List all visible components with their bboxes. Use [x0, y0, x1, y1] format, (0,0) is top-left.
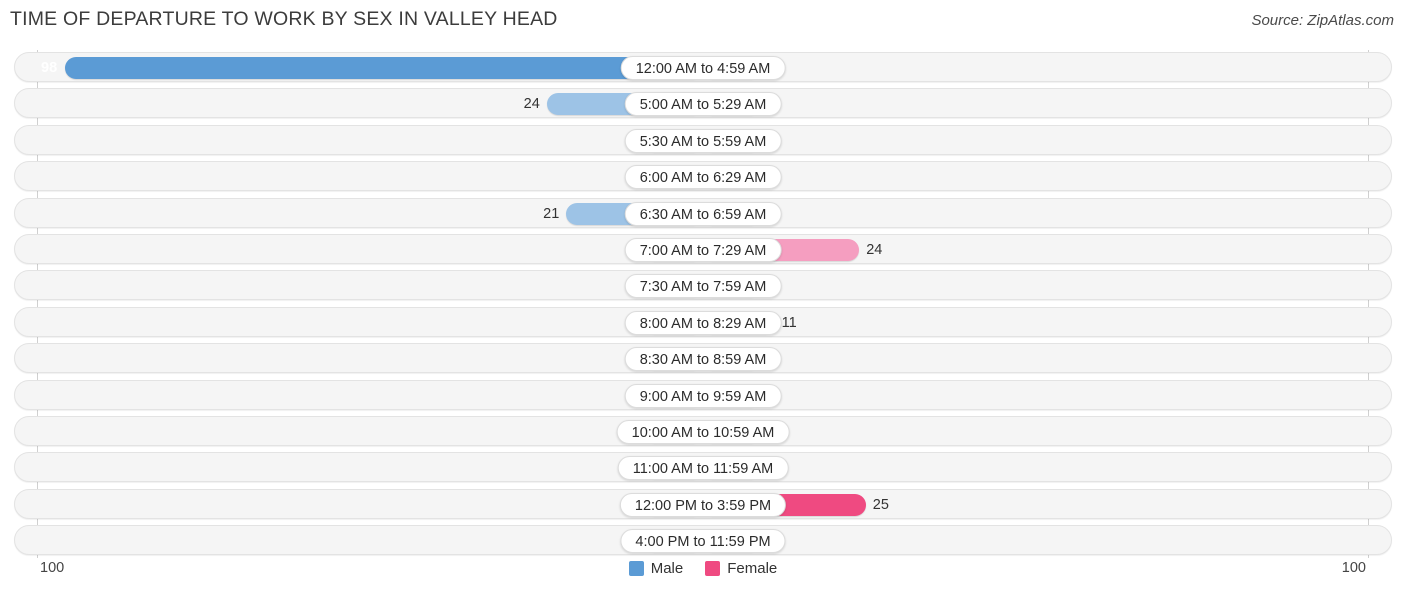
chart-row[interactable]: 0010:00 AM to 10:59 AM: [14, 416, 1392, 446]
value-label-male: 98: [41, 60, 58, 76]
category-label: 6:00 AM to 6:29 AM: [624, 165, 782, 190]
category-label: 12:00 PM to 3:59 PM: [619, 492, 787, 517]
chart-row[interactable]: 724:00 PM to 11:59 PM: [14, 525, 1392, 556]
chart-row[interactable]: 0118:00 AM to 8:29 AM: [14, 306, 1392, 337]
chart-row[interactable]: 029:00 AM to 9:59 AM: [14, 379, 1392, 410]
value-label-female: 25: [872, 496, 889, 513]
category-label: 7:30 AM to 7:59 AM: [624, 274, 782, 299]
category-label: 9:00 AM to 9:59 AM: [624, 383, 782, 408]
category-label: 6:30 AM to 6:59 AM: [624, 201, 782, 226]
value-label-female: 11: [781, 314, 797, 331]
chart-row[interactable]: 277:30 AM to 7:59 AM: [14, 270, 1392, 301]
chart-row[interactable]: 0011:00 AM to 11:59 AM: [14, 452, 1392, 483]
chart-row[interactable]: 22512:00 PM to 3:59 PM: [14, 488, 1392, 519]
category-label: 11:00 AM to 11:59 AM: [617, 456, 789, 481]
chart-legend: Male Female: [0, 560, 1406, 577]
category-label: 8:00 AM to 8:29 AM: [624, 310, 782, 335]
legend-item[interactable]: Female: [705, 560, 777, 577]
chart-row[interactable]: 98012:00 AM to 4:59 AM: [14, 52, 1392, 82]
legend-swatch-icon: [628, 561, 644, 576]
chart-header: TIME OF DEPARTURE TO WORK BY SEX IN VALL…: [0, 0, 1406, 44]
value-label-male: 24: [523, 96, 540, 113]
chart-row[interactable]: 2146:30 AM to 6:59 AM: [14, 197, 1392, 228]
legend-item-label: Female: [727, 560, 778, 577]
category-label: 5:00 AM to 5:29 AM: [624, 92, 782, 117]
chart-row[interactable]: 665:30 AM to 5:59 AM: [14, 124, 1392, 155]
category-label: 4:00 PM to 11:59 PM: [620, 529, 786, 554]
chart-footer: 100 100 Male Female: [0, 556, 1406, 595]
chart-row[interactable]: 0247:00 AM to 7:29 AM: [14, 234, 1392, 264]
legend-item-label: Male: [650, 560, 684, 577]
bar-male[interactable]: [65, 57, 703, 79]
chart-row[interactable]: 038:30 AM to 8:59 AM: [14, 343, 1392, 374]
category-label: 5:30 AM to 5:59 AM: [624, 128, 782, 153]
legend-swatch-icon: [705, 561, 721, 576]
category-label: 10:00 AM to 10:59 AM: [616, 420, 790, 444]
category-label: 8:30 AM to 8:59 AM: [624, 347, 782, 372]
chart-page: TIME OF DEPARTURE TO WORK BY SEX IN VALL…: [0, 0, 1406, 595]
diverging-bar-chart: 98012:00 AM to 4:59 AM 2405:00 AM to 5:29…: [0, 50, 1406, 558]
value-label-male: 21: [543, 205, 560, 222]
chart-row[interactable]: 2405:00 AM to 5:29 AM: [14, 88, 1392, 119]
legend-item[interactable]: Male: [628, 560, 684, 577]
page-title: TIME OF DEPARTURE TO WORK BY SEX IN VALL…: [10, 8, 558, 30]
source-attribution: Source: ZipAtlas.com: [1251, 12, 1394, 29]
category-label: 7:00 AM to 7:29 AM: [624, 238, 782, 262]
chart-row[interactable]: 886:00 AM to 6:29 AM: [14, 161, 1392, 192]
category-label: 12:00 AM to 4:59 AM: [620, 56, 786, 80]
value-label-female: 24: [866, 242, 883, 258]
